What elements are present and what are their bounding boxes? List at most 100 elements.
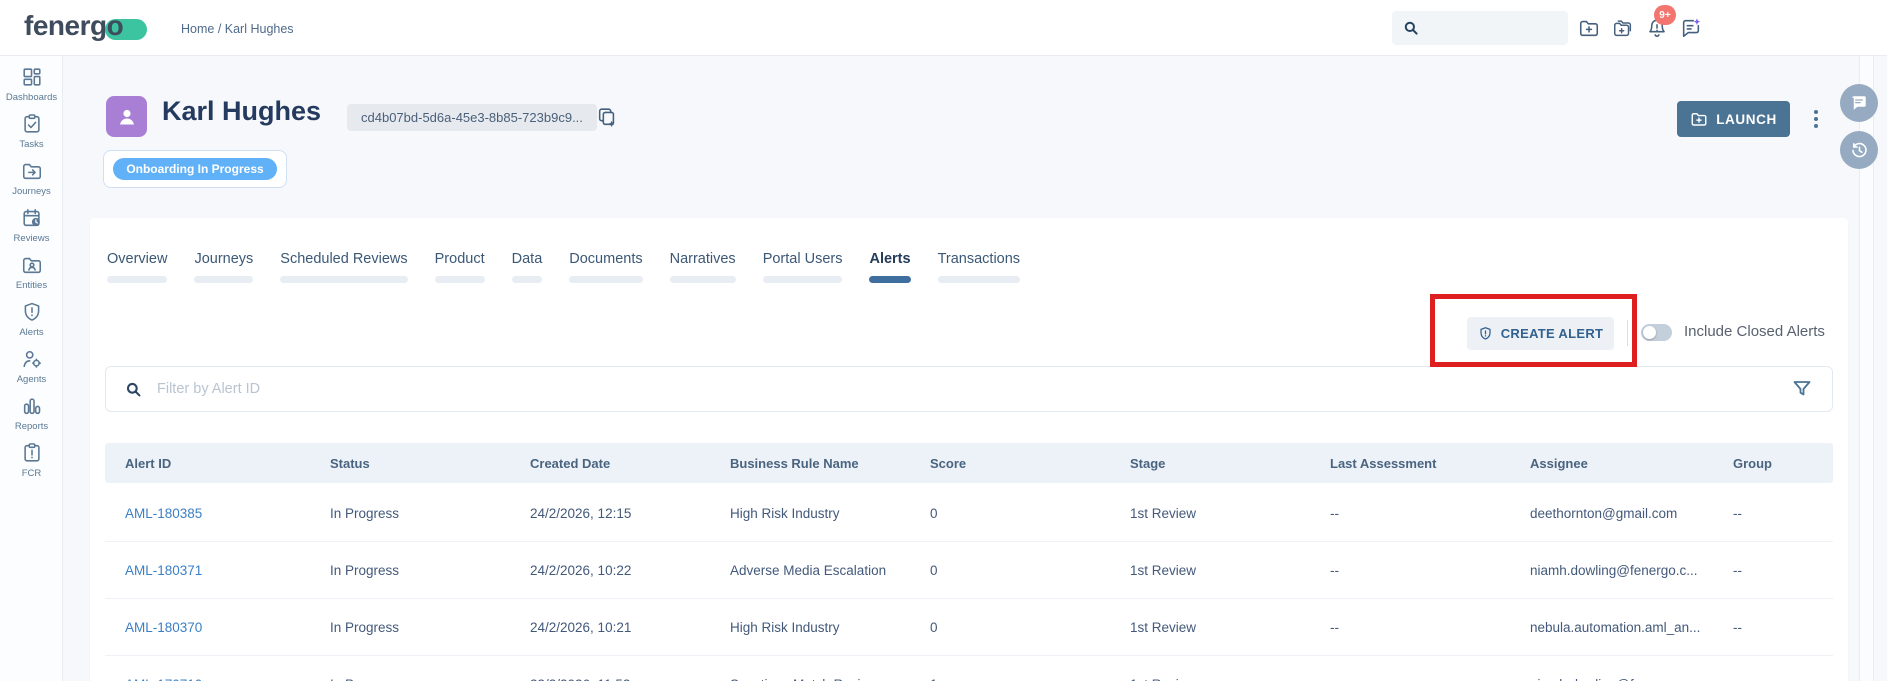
- cell-assignee: niamh.dowling@fenergo.c...: [1530, 563, 1733, 578]
- tab-documents[interactable]: Documents: [569, 251, 642, 283]
- cell-assignee: deethornton@gmail.com: [1530, 506, 1733, 521]
- cell-business-rule: High Risk Industry: [730, 620, 930, 635]
- chat-bubble-icon: [1850, 94, 1868, 112]
- more-options-button[interactable]: [1806, 104, 1826, 134]
- alert-filter-box: [105, 366, 1833, 412]
- reviews-calendar-clock-icon: [21, 207, 43, 229]
- alert-id-link[interactable]: AML-180371: [125, 563, 330, 578]
- entities-folder-person-icon: [21, 254, 43, 276]
- copy-icon[interactable]: [596, 106, 618, 128]
- reports-bars-icon: [21, 395, 43, 417]
- alert-id-link[interactable]: AML-180370: [125, 620, 330, 635]
- tab-alerts[interactable]: Alerts: [869, 251, 910, 283]
- cell-group: --: [1733, 620, 1833, 635]
- sidebar-item-reports[interactable]: Reports: [0, 395, 63, 432]
- tab-scheduled-reviews[interactable]: Scheduled Reviews: [280, 251, 407, 283]
- cell-business-rule: Adverse Media Escalation: [730, 563, 930, 578]
- sidebar-label: Journeys: [12, 186, 51, 197]
- cell-last-assessment: --: [1330, 620, 1530, 635]
- sidebar-item-fcr[interactable]: FCR: [0, 442, 63, 479]
- search-icon: [124, 380, 143, 399]
- chat-fab-button[interactable]: [1840, 84, 1878, 122]
- shield-icon: [1478, 326, 1493, 341]
- col-group: Group: [1733, 456, 1833, 471]
- cell-group: --: [1733, 677, 1833, 681]
- agents-person-gear-icon: [21, 348, 43, 370]
- sidebar-nav: Dashboards Tasks Journeys Reviews Entiti…: [0, 56, 63, 681]
- avatar: [106, 96, 147, 137]
- cell-status: In Progress: [330, 563, 530, 578]
- col-last-assessment: Last Assessment: [1330, 456, 1530, 471]
- logo-text: fenergo: [24, 10, 123, 41]
- sidebar-item-reviews[interactable]: Reviews: [0, 207, 63, 244]
- sidebar-label: Reports: [15, 421, 48, 432]
- global-search[interactable]: [1392, 11, 1568, 45]
- tab-narratives[interactable]: Narratives: [670, 251, 736, 283]
- alert-id-link[interactable]: AML-180385: [125, 506, 330, 521]
- search-icon: [1402, 19, 1420, 37]
- status-container: Onboarding In Progress: [103, 150, 287, 188]
- cell-group: --: [1733, 506, 1833, 521]
- fcr-clipboard-icon: [21, 442, 43, 464]
- cell-created-date: 24/2/2026, 10:21: [530, 620, 730, 635]
- global-search-input[interactable]: [1426, 21, 1556, 36]
- alert-id-link[interactable]: AML-170710: [125, 677, 330, 681]
- fenergo-logo: fenergo: [24, 10, 123, 42]
- tab-journeys[interactable]: Journeys: [194, 251, 253, 283]
- table-row-clipped: AML-170710 In Progress 23/2/2026, 11:52 …: [105, 656, 1833, 681]
- sidebar-label: Agents: [17, 374, 47, 385]
- cell-last-assessment: --: [1330, 506, 1530, 521]
- col-alert-id: Alert ID: [125, 456, 330, 471]
- history-fab-button[interactable]: [1840, 131, 1878, 169]
- tab-transactions[interactable]: Transactions: [938, 251, 1020, 283]
- journeys-folder-arrow-icon: [21, 160, 43, 182]
- sidebar-label: Reviews: [14, 233, 50, 244]
- sidebar-item-agents[interactable]: Agents: [0, 348, 63, 385]
- breadcrumb[interactable]: Home / Karl Hughes: [181, 22, 294, 36]
- cell-assignee: niamh.dowling@fenergo.c...: [1530, 677, 1733, 681]
- col-status: Status: [330, 456, 530, 471]
- tab-portal-users[interactable]: Portal Users: [763, 251, 843, 283]
- launch-button[interactable]: LAUNCH: [1677, 101, 1790, 137]
- table-row: AML-180385 In Progress 24/2/2026, 12:15 …: [105, 485, 1833, 542]
- tab-overview[interactable]: Overview: [107, 251, 167, 283]
- alerts-shield-icon: [21, 301, 43, 323]
- filter-funnel-icon[interactable]: [1790, 377, 1814, 401]
- alerts-card: Overview Journeys Scheduled Reviews Prod…: [90, 218, 1848, 681]
- col-business-rule-name: Business Rule Name: [730, 456, 930, 471]
- tab-bar: Overview Journeys Scheduled Reviews Prod…: [107, 251, 1020, 283]
- create-alert-label: CREATE ALERT: [1501, 326, 1604, 341]
- status-badge: Onboarding In Progress: [113, 158, 276, 180]
- cell-status: In Progress: [330, 620, 530, 635]
- cell-assignee: nebula.automation.aml_an...: [1530, 620, 1733, 635]
- top-bar: fenergo Home / Karl Hughes 9+: [0, 0, 1887, 56]
- table-row: AML-180370 In Progress 24/2/2026, 10:21 …: [105, 599, 1833, 656]
- include-closed-alerts-label: Include Closed Alerts: [1684, 323, 1825, 340]
- cell-score: 1: [930, 677, 1130, 681]
- col-created-date: Created Date: [530, 456, 730, 471]
- folder-plus-icon[interactable]: [1578, 17, 1600, 39]
- sidebar-item-entities[interactable]: Entities: [0, 254, 63, 291]
- sidebar-item-alerts[interactable]: Alerts: [0, 301, 63, 338]
- cell-created-date: 24/2/2026, 12:15: [530, 506, 730, 521]
- tab-data[interactable]: Data: [512, 251, 543, 283]
- cell-status: In Progress: [330, 677, 530, 681]
- include-closed-alerts-toggle[interactable]: [1641, 324, 1672, 341]
- sidebar-label: Entities: [16, 280, 47, 291]
- create-alert-button[interactable]: CREATE ALERT: [1467, 317, 1614, 350]
- cell-stage: 1st Review: [1130, 563, 1330, 578]
- chat-sparkle-icon[interactable]: [1680, 17, 1702, 39]
- page: fenergo Home / Karl Hughes 9+ Dashboards…: [0, 0, 1887, 681]
- cell-created-date: 24/2/2026, 10:22: [530, 563, 730, 578]
- sidebar-label: Dashboards: [6, 92, 57, 103]
- sidebar-item-tasks[interactable]: Tasks: [0, 113, 63, 150]
- folders-plus-icon[interactable]: [1612, 17, 1634, 39]
- table-row: AML-180371 In Progress 24/2/2026, 10:22 …: [105, 542, 1833, 599]
- cell-last-assessment: --: [1330, 563, 1530, 578]
- sidebar-item-journeys[interactable]: Journeys: [0, 160, 63, 197]
- tab-product[interactable]: Product: [435, 251, 485, 283]
- sidebar-label: Alerts: [19, 327, 43, 338]
- history-clock-icon: [1850, 141, 1869, 160]
- filter-alert-id-input[interactable]: [157, 381, 1790, 397]
- sidebar-item-dashboards[interactable]: Dashboards: [0, 66, 63, 103]
